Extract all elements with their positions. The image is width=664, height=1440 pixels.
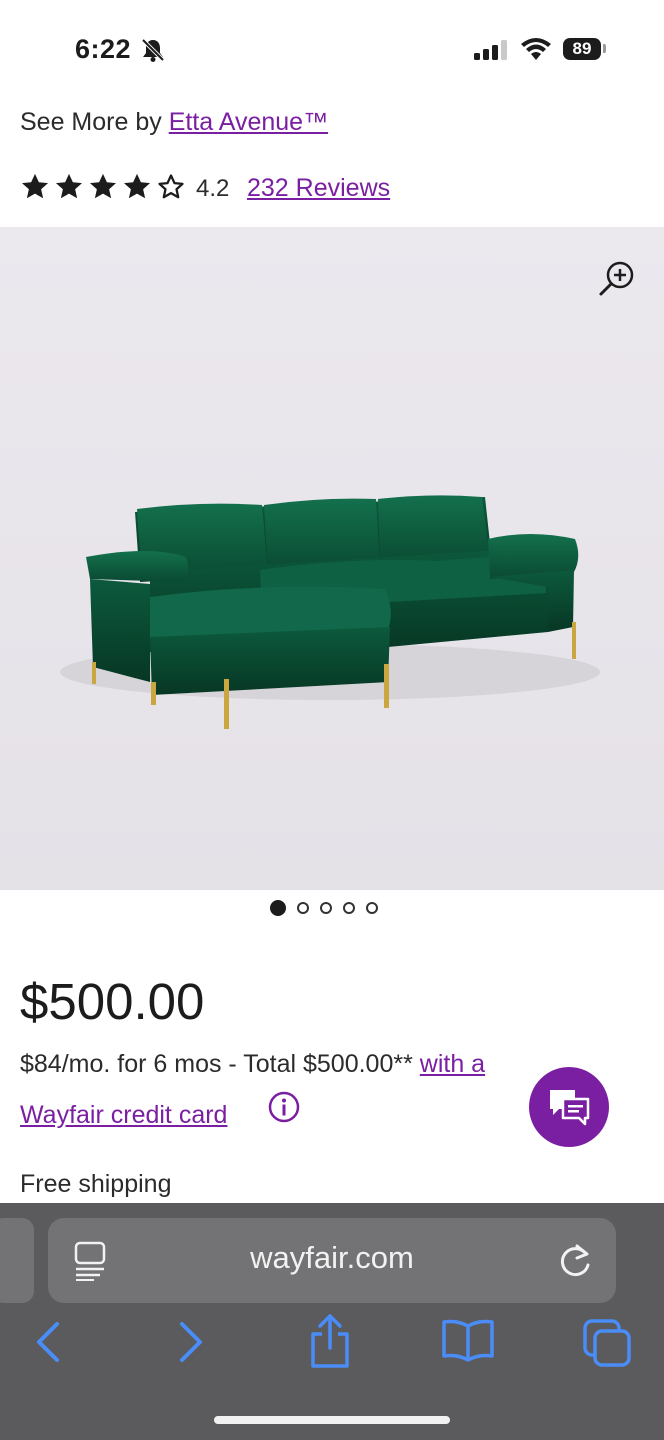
zoom-in-icon[interactable]	[598, 259, 636, 297]
bookmarks-icon[interactable]	[441, 1318, 495, 1364]
financing-label: $84/mo. for 6 mos - Total $500.00**	[20, 1050, 420, 1078]
star-filled-icon	[22, 173, 48, 199]
chat-icon	[550, 1090, 590, 1126]
battery-tip	[603, 44, 606, 53]
star-filled-icon	[124, 173, 150, 199]
star-filled-icon	[90, 173, 116, 199]
tabs-icon[interactable]	[582, 1318, 634, 1368]
product-image[interactable]	[0, 227, 664, 890]
share-icon[interactable]	[307, 1312, 353, 1370]
see-more-by-brand: See More by Etta Avenue™	[20, 108, 328, 137]
carousel-dot[interactable]	[297, 902, 309, 914]
carousel-dot[interactable]	[366, 902, 378, 914]
star-empty-icon	[158, 174, 184, 199]
forward-icon[interactable]	[176, 1318, 206, 1366]
see-more-label: See More by	[20, 108, 169, 136]
back-icon[interactable]	[33, 1318, 63, 1366]
financing-link[interactable]: with a	[420, 1050, 485, 1078]
battery-indicator: 89	[563, 38, 601, 60]
financing-text: $84/mo. for 6 mos - Total $500.00** with…	[20, 1050, 485, 1079]
home-indicator	[214, 1416, 450, 1424]
url-text[interactable]: wayfair.com	[48, 1240, 616, 1276]
shipping-info: Free shipping	[20, 1170, 172, 1198]
carousel-dot-active[interactable]	[270, 900, 286, 916]
bell-muted-icon	[141, 38, 165, 62]
wifi-icon	[521, 38, 551, 60]
previous-tab-preview[interactable]	[0, 1218, 34, 1303]
carousel-dot[interactable]	[320, 902, 332, 914]
image-carousel-dots	[270, 900, 378, 916]
reload-icon[interactable]	[556, 1240, 594, 1280]
brand-link[interactable]: Etta Avenue™	[169, 108, 328, 136]
reviews-link[interactable]: 232 Reviews	[247, 174, 390, 203]
carousel-dot[interactable]	[343, 902, 355, 914]
product-price: $500.00	[20, 973, 205, 1030]
signal-icon	[474, 40, 507, 60]
star-filled-icon	[56, 173, 82, 199]
sofa-illustration	[60, 495, 600, 729]
status-time: 6:22	[75, 34, 132, 64]
credit-card-link[interactable]: Wayfair credit card	[20, 1101, 227, 1130]
info-icon[interactable]	[268, 1091, 300, 1123]
rating-value: 4.2	[196, 175, 230, 202]
rating-stars	[20, 172, 186, 202]
chat-button[interactable]	[529, 1067, 609, 1147]
